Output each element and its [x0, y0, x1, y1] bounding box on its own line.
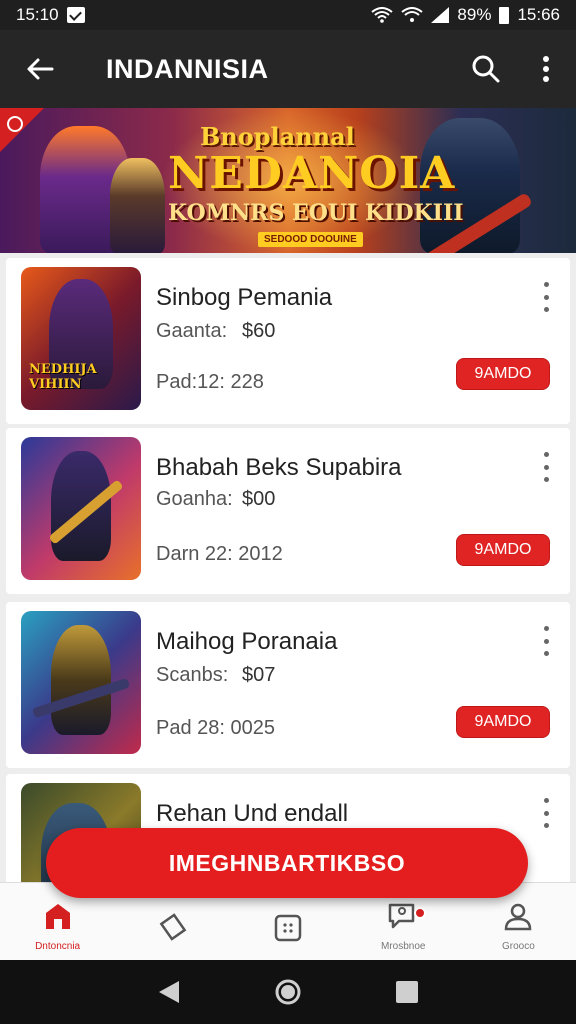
- item-price-value: $60: [242, 320, 276, 342]
- wifi-icon: [401, 7, 424, 22]
- system-nav-bar: [0, 960, 576, 1024]
- more-vert-icon: [543, 56, 549, 82]
- nav-label-messages: Mrosbnoe: [380, 941, 426, 952]
- notification-badge: [413, 907, 426, 919]
- thumbnail-figure: [51, 625, 111, 735]
- status-time-left: 15:10: [16, 5, 59, 24]
- list-item[interactable]: NEDHIJA VIHIIN Sinbog Pemania Gaanta: $6…: [6, 258, 570, 424]
- nav-label-home: Dntoncnia: [35, 941, 81, 952]
- system-home-icon[interactable]: [274, 978, 302, 1006]
- grid-square-icon: [274, 914, 302, 942]
- item-price-value: $07: [242, 664, 276, 686]
- battery-text: 89%: [457, 5, 492, 24]
- primary-action-button[interactable]: IMEGHNBARTIKBSO: [46, 828, 528, 898]
- list-item[interactable]: Bhabah Beks Supabira Goanha: $00 Darn 22…: [6, 428, 570, 594]
- item-action-button[interactable]: 9AMDO: [456, 706, 550, 738]
- banner-title-line3: KOMNRS EOUI KIDKIII: [168, 200, 464, 226]
- item-more-button[interactable]: [536, 626, 556, 656]
- banner-corner-icon: [7, 116, 23, 132]
- signal-icon: [431, 7, 450, 23]
- thumbnail-text: NEDHIJA VIHIIN: [29, 362, 97, 392]
- tag-icon: [159, 913, 187, 941]
- system-recents-icon[interactable]: [395, 980, 419, 1004]
- more-options-button[interactable]: [516, 30, 576, 108]
- banner-hero-left-2: [110, 158, 165, 253]
- item-price-label: Gaanta:: [156, 320, 228, 342]
- item-title: Rehan Und endall: [156, 800, 349, 827]
- banner-title-line2: NEDANOIA: [168, 148, 456, 199]
- back-button[interactable]: [0, 30, 80, 108]
- item-more-button[interactable]: [536, 282, 556, 312]
- banner-title-line1: Bnoplannal: [200, 122, 355, 151]
- item-price-label: Goanha:: [156, 488, 233, 510]
- item-thumbnail[interactable]: [21, 437, 141, 580]
- thumbnail-figure: [51, 451, 111, 561]
- item-title: Sinbog Pemania: [156, 284, 333, 311]
- status-time-right: 15:66: [517, 5, 560, 24]
- page-title: INDANNISIA: [106, 53, 269, 84]
- item-detail: Pad 28: 0025: [156, 717, 275, 739]
- back-arrow-icon: [27, 58, 54, 80]
- item-action-button[interactable]: 9AMDO: [456, 534, 550, 566]
- search-button[interactable]: [456, 30, 516, 108]
- item-price-label: Scanbs:: [156, 664, 229, 686]
- system-back-icon[interactable]: [157, 979, 181, 1005]
- item-action-button[interactable]: 9AMDO: [456, 358, 550, 390]
- banner-corner: [0, 108, 44, 152]
- promo-banner[interactable]: Bnoplannal NEDANOIA KOMNRS EOUI KIDKIII …: [0, 108, 576, 253]
- item-title: Maihog Poranaia: [156, 628, 338, 655]
- item-detail: Pad:12: 228: [156, 371, 264, 393]
- wifi-icon: [371, 7, 394, 23]
- item-more-button[interactable]: [536, 798, 556, 828]
- item-detail: Darn 22: 2012: [156, 543, 283, 565]
- battery-icon: [499, 6, 510, 24]
- banner-badge: SEDOOD DOOUINE: [258, 232, 363, 247]
- profile-icon: [505, 903, 532, 931]
- item-more-button[interactable]: [536, 452, 556, 482]
- list-item[interactable]: Maihog Poranaia Scanbs: $07 Pad 28: 0025…: [6, 602, 570, 768]
- nav-label-profile: Grooco: [502, 941, 535, 952]
- search-icon: [472, 55, 500, 83]
- check-icon: [66, 7, 85, 23]
- item-price-value: $00: [242, 488, 276, 510]
- item-thumbnail[interactable]: [21, 611, 141, 754]
- item-title: Bhabah Beks Supabira: [156, 454, 402, 481]
- home-icon: [45, 904, 70, 929]
- item-thumbnail[interactable]: NEDHIJA VIHIIN: [21, 267, 141, 410]
- status-bar: 15:10 89% 15:66: [0, 0, 576, 30]
- app-bar: INDANNISIA: [0, 30, 576, 108]
